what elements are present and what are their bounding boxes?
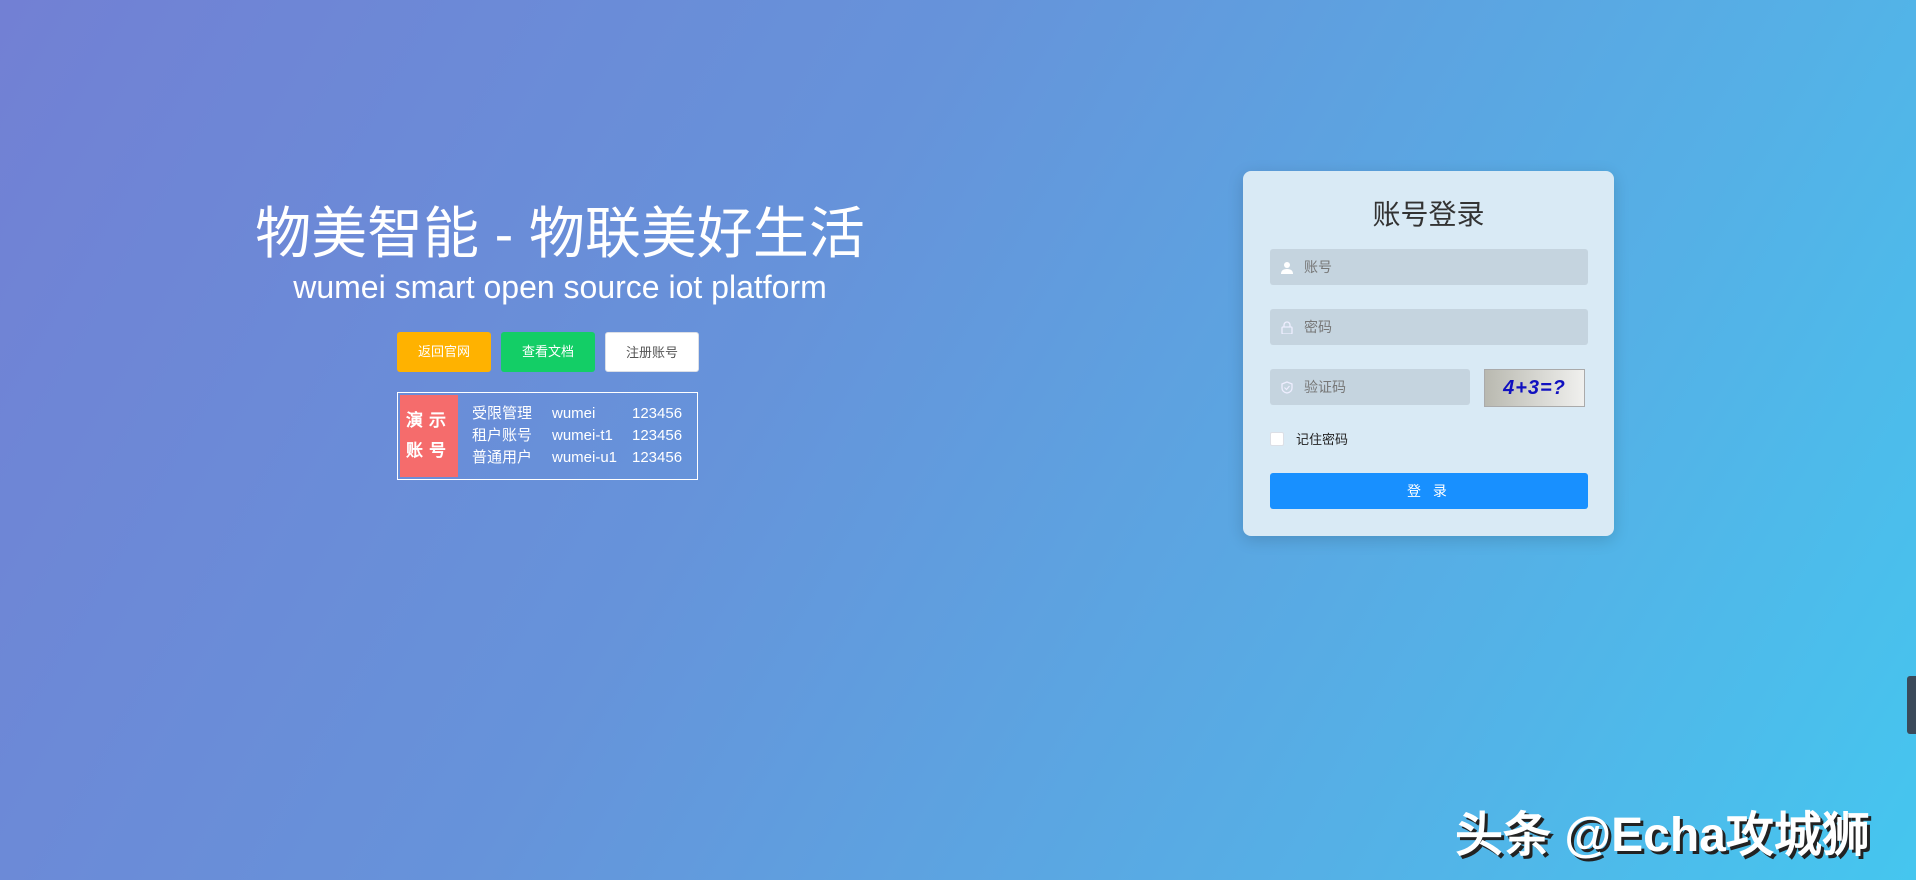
- demo-tag-line: 账号: [406, 441, 452, 460]
- remember-password[interactable]: 记住密码: [1270, 429, 1348, 448]
- password-placeholder: 密码: [1304, 319, 1332, 335]
- captcha-placeholder: 验证码: [1304, 379, 1346, 395]
- official-site-button[interactable]: 返回官网: [397, 332, 491, 372]
- captcha-image[interactable]: 4+3=?: [1484, 369, 1585, 407]
- demo-row: 普通用户 wumei-u1 123456: [472, 447, 682, 469]
- page-subtitle: wumei smart open source iot platform: [293, 269, 827, 305]
- remember-checkbox[interactable]: [1270, 431, 1284, 446]
- demo-tag-line: 演示: [406, 411, 452, 430]
- side-panel-handle[interactable]: [1907, 676, 1916, 734]
- user-icon: [1280, 260, 1294, 274]
- demo-row: 受限管理 wumei 123456: [472, 403, 682, 425]
- demo-user: wumei-u1: [552, 449, 618, 466]
- demo-role: 租户账号: [472, 427, 533, 444]
- password-input[interactable]: 密码: [1270, 309, 1588, 345]
- login-title: 账号登录: [1372, 199, 1485, 230]
- username-input[interactable]: 账号: [1270, 249, 1588, 285]
- demo-user: wumei-t1: [552, 427, 613, 444]
- remember-label: 记住密码: [1296, 432, 1349, 447]
- login-card: 账号登录 账号 密码 验证码 4+3=? 记住密码 登 录: [1243, 171, 1614, 536]
- demo-role: 受限管理: [472, 405, 533, 422]
- lock-icon: [1280, 320, 1294, 334]
- demo-user: wumei: [552, 405, 596, 422]
- demo-tag: 演示 账号: [400, 395, 458, 477]
- page-title: 物美智能 - 物联美好生活: [255, 202, 865, 265]
- demo-row: 租户账号 wumei-t1 123456: [472, 425, 682, 447]
- docs-button[interactable]: 查看文档: [501, 332, 595, 372]
- login-button[interactable]: 登 录: [1270, 473, 1588, 509]
- register-button[interactable]: 注册账号: [605, 332, 699, 372]
- demo-pass: 123456: [632, 405, 683, 422]
- username-placeholder: 账号: [1304, 259, 1332, 275]
- demo-pass: 123456: [632, 427, 683, 444]
- demo-role: 普通用户: [472, 449, 533, 466]
- demo-accounts: 演示 账号 受限管理 wumei 123456 租户账号 wumei-t1 123456 …: [397, 392, 698, 480]
- demo-pass: 123456: [632, 449, 683, 466]
- watermark: 头条 @Echa攻城狮: [1455, 809, 1870, 862]
- captcha-input[interactable]: 验证码: [1270, 369, 1470, 405]
- shield-icon: [1280, 380, 1294, 394]
